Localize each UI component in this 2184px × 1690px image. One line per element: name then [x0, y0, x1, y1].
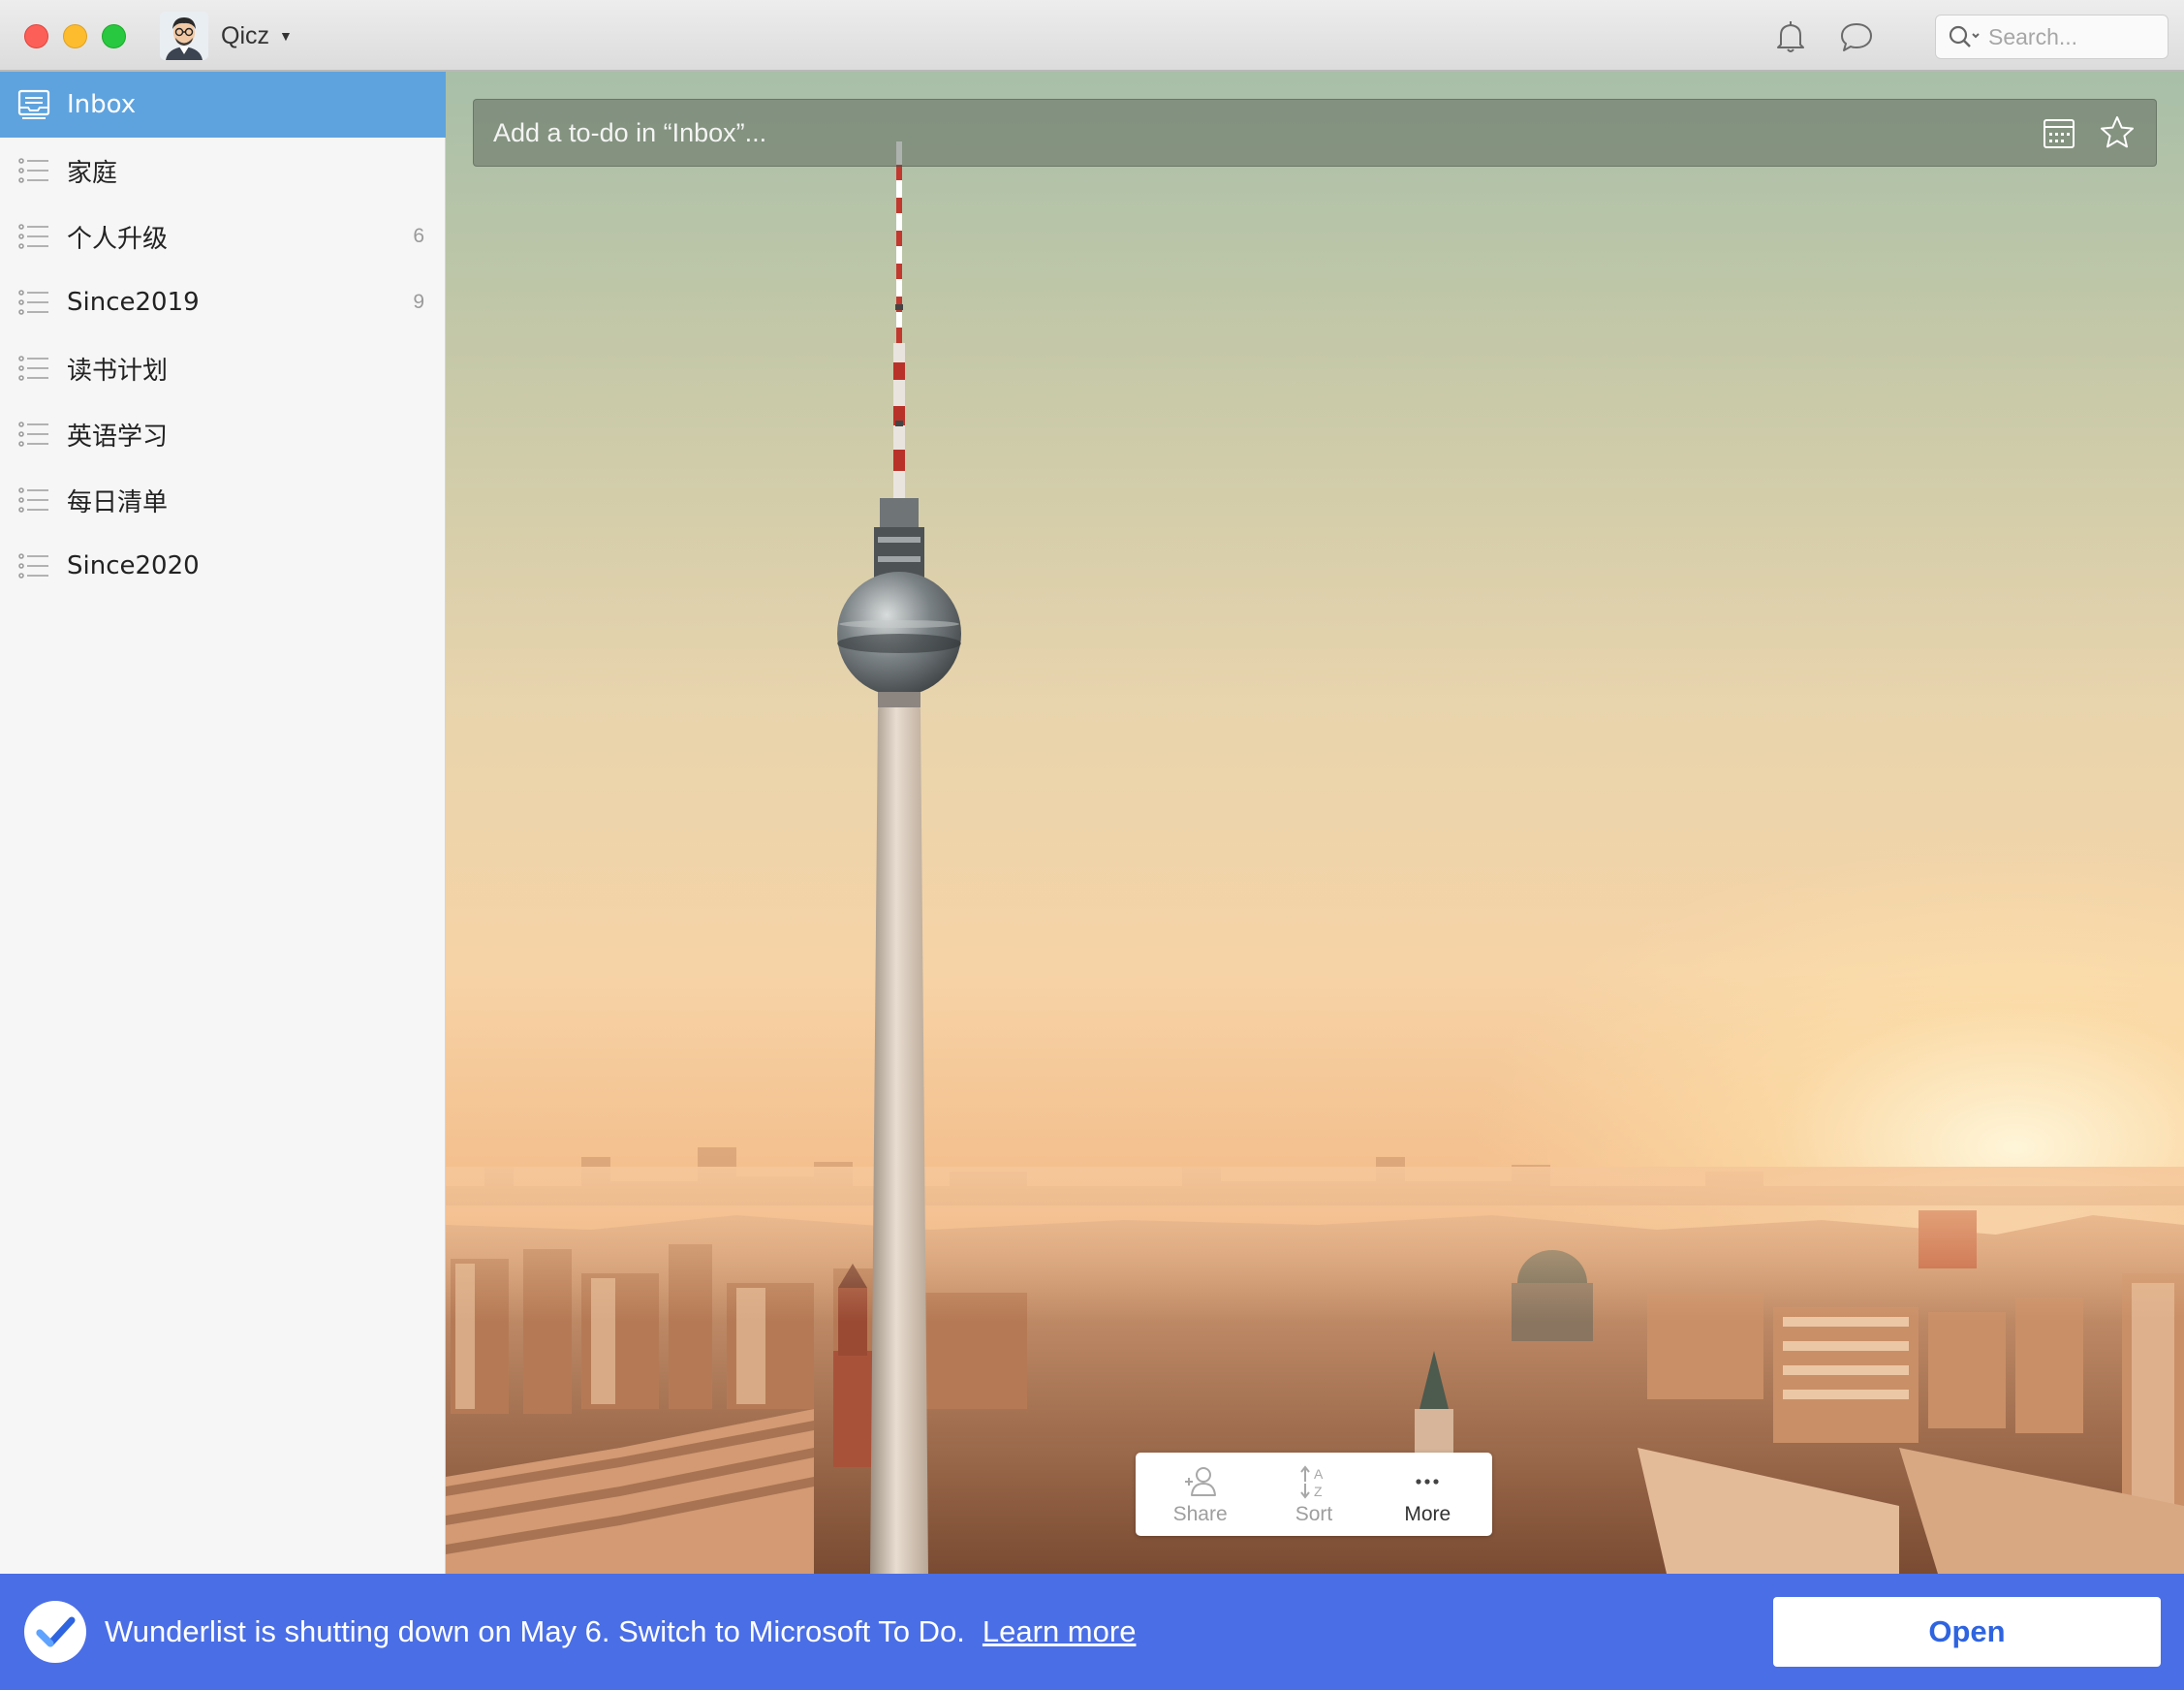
bell-icon[interactable] — [1771, 17, 1810, 56]
avatar[interactable] — [160, 12, 208, 60]
minimize-window-button[interactable] — [63, 24, 87, 48]
task-list-area: Share A Z Sort More — [446, 72, 2184, 1574]
sidebar-item-inbox[interactable]: Inbox — [0, 72, 446, 138]
add-todo-input[interactable] — [493, 104, 2040, 162]
search-field[interactable] — [1935, 15, 2168, 59]
calendar-icon[interactable] — [2040, 113, 2078, 152]
svg-text:A: A — [1314, 1466, 1324, 1482]
title-bar: Qicz ▼ — [0, 0, 2184, 72]
sidebar-item-dushujihua[interactable]: 读书计划 — [0, 335, 446, 401]
sidebar-item-label: Since2020 — [67, 551, 200, 580]
sidebar-item-meiriqingdan[interactable]: 每日清单 — [0, 467, 446, 533]
more-button[interactable]: More — [1379, 1455, 1476, 1533]
checkmark-logo-icon — [24, 1601, 86, 1663]
sidebar-item-label: Since2019 — [67, 288, 200, 317]
user-menu[interactable]: Qicz ▼ — [221, 17, 293, 54]
bullet-list-icon — [18, 487, 48, 513]
search-input[interactable] — [1988, 23, 2143, 50]
ellipsis-icon — [1416, 1479, 1439, 1485]
user-name: Qicz — [221, 21, 269, 49]
more-label: More — [1404, 1503, 1451, 1525]
zoom-window-button[interactable] — [102, 24, 126, 48]
sidebar-item-label: 读书计划 — [67, 356, 169, 386]
sidebar-item-label: 每日清单 — [67, 487, 169, 517]
bullet-list-icon — [18, 158, 48, 183]
sort-a-z-icon: A Z — [1300, 1465, 1324, 1499]
sidebar-item-since2019[interactable]: Since2019 9 — [0, 269, 446, 335]
sidebar-item-label: 个人升级 — [67, 224, 169, 254]
learn-more-link[interactable]: Learn more — [983, 1614, 1137, 1649]
sidebar-item-gerenshengji[interactable]: 个人升级 6 — [0, 203, 446, 269]
banner-message: Wunderlist is shutting down on May 6. Sw… — [105, 1614, 965, 1648]
sidebar-item-yingyuxuexi[interactable]: 英语学习 — [0, 401, 446, 467]
sidebar-item-count: 9 — [413, 291, 424, 313]
sidebar-item-count: 6 — [413, 225, 424, 247]
svg-text:Z: Z — [1314, 1484, 1323, 1499]
bullet-list-icon — [18, 553, 48, 579]
bullet-list-icon — [18, 356, 48, 381]
close-window-button[interactable] — [24, 24, 48, 48]
share-label: Share — [1172, 1503, 1228, 1525]
sort-button[interactable]: A Z Sort — [1265, 1455, 1362, 1533]
sort-label: Sort — [1295, 1503, 1333, 1525]
speech-bubble-icon[interactable] — [1837, 17, 1876, 56]
sidebar: Inbox 家庭 个人升级 6 Since2019 9 读书计划 英语学习 每日… — [0, 72, 446, 1645]
sidebar-item-label: Inbox — [67, 90, 137, 119]
sidebar-item-jiating[interactable]: 家庭 — [0, 138, 446, 203]
open-button[interactable]: Open — [1773, 1597, 2161, 1667]
wunderlist-window: Qicz ▼ Search... Inbox 家庭 个人升级 6 Since20… — [0, 0, 2184, 1690]
avatar-icon — [160, 12, 208, 60]
add-todo-bar — [473, 99, 2157, 167]
star-icon[interactable] — [2098, 113, 2137, 152]
bullet-list-icon — [18, 290, 48, 315]
bullet-list-icon — [18, 224, 48, 249]
magnifier-icon — [1949, 25, 1980, 47]
sidebar-item-since2020[interactable]: Since2020 — [0, 533, 446, 599]
background-image — [446, 141, 2184, 1574]
inbox-tray-icon — [17, 89, 50, 119]
sidebar-item-label: 英语学习 — [67, 422, 169, 452]
bullet-list-icon — [18, 422, 48, 447]
chevron-down-icon: ▼ — [279, 28, 293, 44]
add-person-icon — [1184, 1467, 1216, 1496]
sidebar-item-label: 家庭 — [67, 158, 118, 188]
shutdown-banner: Wunderlist is shutting down on May 6. Sw… — [0, 1574, 2184, 1690]
share-button[interactable]: Share — [1152, 1455, 1249, 1533]
list-toolbar: Share A Z Sort More — [1136, 1453, 1492, 1536]
